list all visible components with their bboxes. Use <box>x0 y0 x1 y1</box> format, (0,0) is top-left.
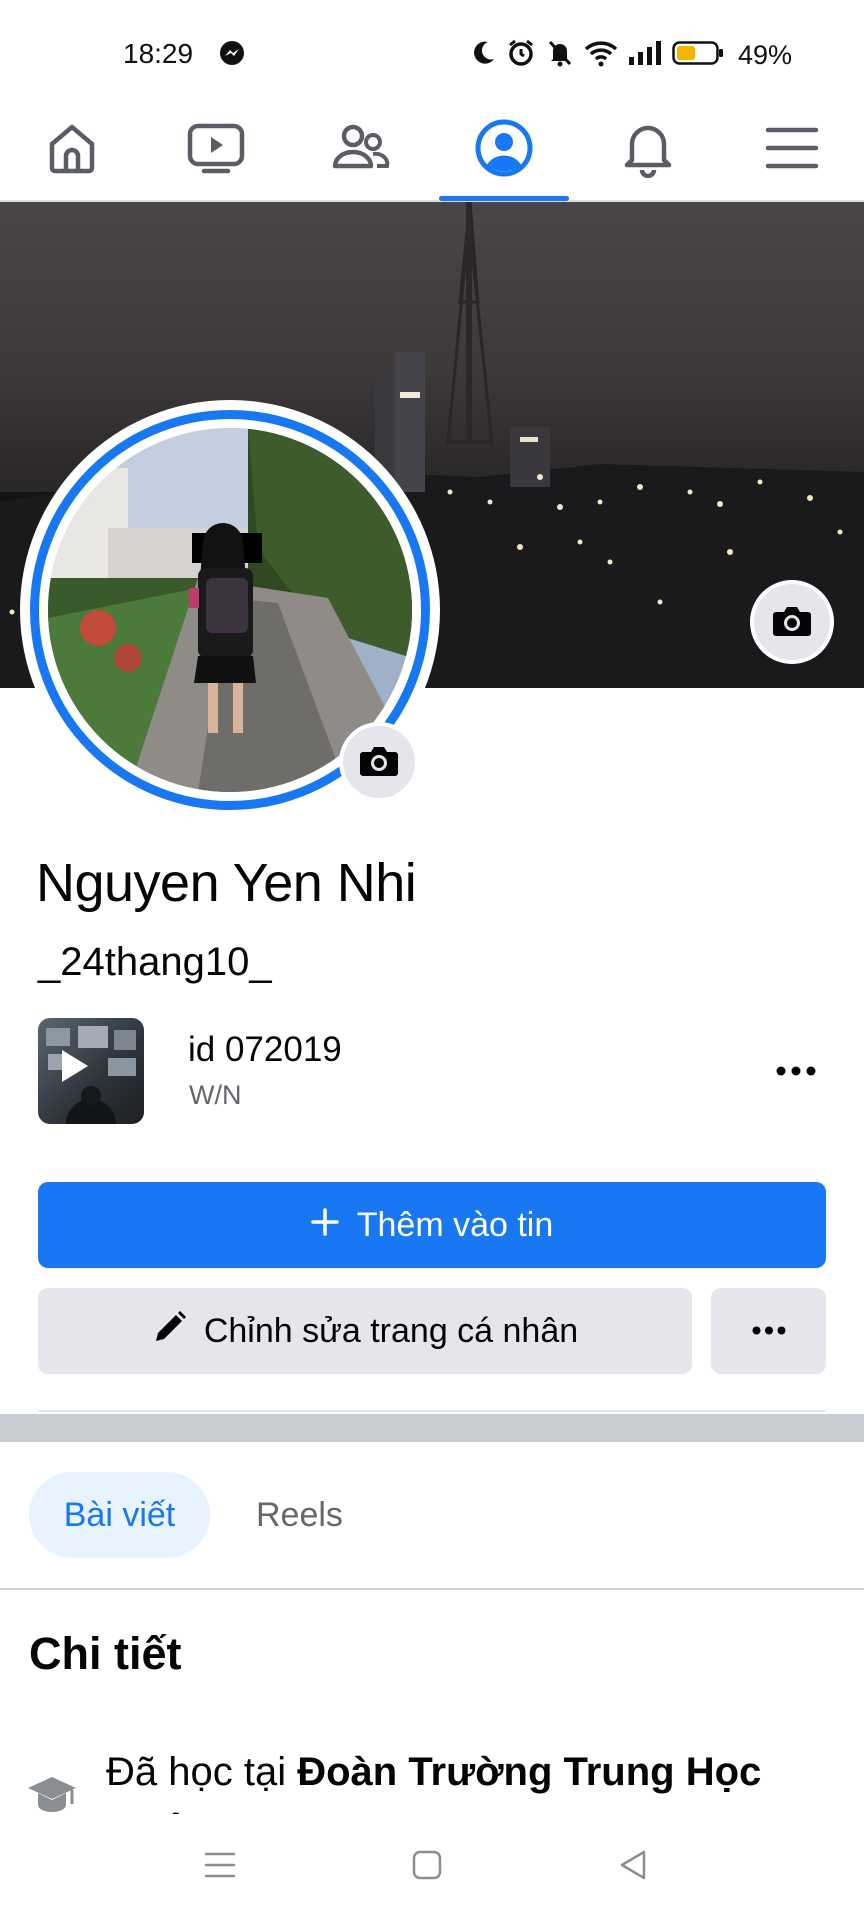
edit-avatar-button[interactable] <box>339 722 419 802</box>
square-icon <box>412 1850 442 1885</box>
recent-apps-button[interactable] <box>190 1842 250 1892</box>
battery-icon <box>672 40 724 71</box>
add-to-story-button[interactable]: Thêm vào tin <box>38 1182 826 1268</box>
moon-icon <box>470 39 496 72</box>
status-bar: 18:29 49% <box>0 0 864 100</box>
camera-icon <box>772 603 812 642</box>
edit-cover-button[interactable] <box>750 580 834 664</box>
section-separator <box>0 1414 864 1442</box>
details-heading: Chi tiết <box>29 1628 182 1679</box>
more-horizontal-icon <box>752 1322 786 1340</box>
divider <box>38 1410 826 1412</box>
nav-active-indicator <box>439 196 569 201</box>
featured-thumbnail[interactable] <box>38 1018 144 1124</box>
tab-reels[interactable]: Reels <box>256 1472 343 1558</box>
more-horizontal-icon <box>776 1063 816 1081</box>
profile-icon <box>474 118 534 183</box>
top-navigation <box>0 100 864 202</box>
profile-name: Nguyen Yen Nhi <box>36 853 417 913</box>
back-triangle-icon <box>618 1849 648 1886</box>
play-icon <box>62 1050 88 1082</box>
nav-profile[interactable] <box>454 110 554 190</box>
add-to-story-label: Thêm vào tin <box>356 1205 554 1244</box>
bell-icon <box>620 118 676 183</box>
camera-icon <box>359 743 399 782</box>
system-navigation-bar <box>0 1814 864 1920</box>
profile-username: _24thang10_ <box>38 940 272 984</box>
education-item[interactable]: Đã học tại Đoàn Trường Trung Học Phổ Thô… <box>106 1742 806 1814</box>
edit-profile-label: Chỉnh sửa trang cá nhân <box>203 1311 579 1350</box>
featured-subtitle: W/N <box>189 1080 242 1110</box>
status-time: 18:29 <box>123 38 194 69</box>
plus-icon <box>310 1206 339 1245</box>
messenger-icon <box>219 40 245 66</box>
nav-menu[interactable] <box>742 110 842 190</box>
battery-percent: 49% <box>737 40 792 70</box>
home-icon <box>44 120 100 181</box>
home-button[interactable] <box>397 1842 457 1892</box>
featured-title: id 072019 <box>188 1030 342 1069</box>
wifi-icon <box>584 39 618 72</box>
graduation-cap-icon <box>26 1768 78 1820</box>
nav-home[interactable] <box>22 110 122 190</box>
divider <box>0 1588 864 1590</box>
back-button[interactable] <box>603 1842 663 1892</box>
nav-notifications[interactable] <box>598 110 698 190</box>
featured-more-button[interactable] <box>768 1052 824 1092</box>
nav-video[interactable] <box>166 110 266 190</box>
menu-lines-icon <box>204 1851 236 1884</box>
signal-icon <box>628 40 662 71</box>
education-prefix: Đã học tại <box>106 1750 298 1794</box>
edit-profile-button[interactable]: Chỉnh sửa trang cá nhân <box>38 1288 692 1374</box>
tab-posts[interactable]: Bài viết <box>29 1472 210 1558</box>
status-icons: 49% <box>470 38 792 73</box>
friends-icon <box>329 120 391 181</box>
mute-icon <box>546 38 574 73</box>
nav-friends[interactable] <box>310 110 410 190</box>
alarm-icon <box>506 38 536 73</box>
profile-more-button[interactable] <box>711 1288 826 1374</box>
menu-icon <box>765 124 819 177</box>
video-icon <box>186 120 246 181</box>
pencil-icon <box>152 1309 188 1354</box>
